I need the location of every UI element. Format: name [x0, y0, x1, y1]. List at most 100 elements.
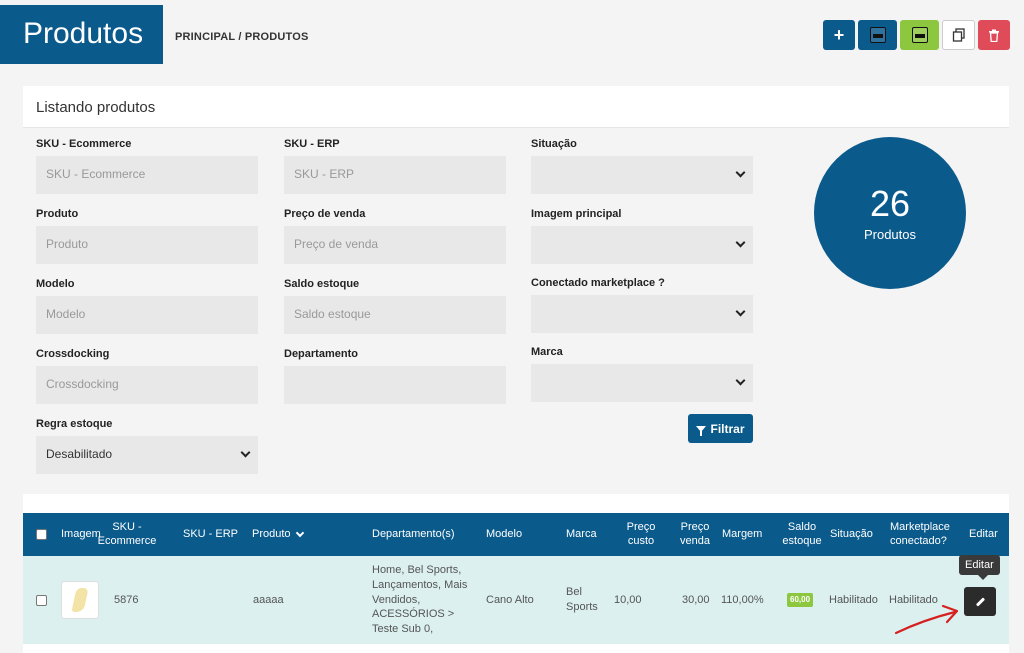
preco-venda-input[interactable]: Preço de venda	[284, 226, 506, 264]
export-xls-button[interactable]	[900, 20, 939, 50]
sock-image	[71, 588, 89, 612]
regra-estoque-value: Desabilitado	[46, 447, 113, 461]
col-saldo-estoque[interactable]: Saldo estoque	[775, 513, 829, 556]
select-all-checkbox[interactable]	[36, 513, 47, 556]
cell-departamento: Home, Bel Sports, Lançamentos, Mais Vend…	[372, 563, 468, 636]
regra-estoque-select[interactable]: Desabilitado	[36, 436, 258, 474]
product-counter: 26 Produtos	[814, 137, 966, 289]
imagem-principal-select[interactable]	[531, 226, 753, 264]
col-marketplace-line1: Marketplace	[890, 520, 950, 533]
add-button[interactable]: +	[823, 20, 855, 50]
col-sku-ecommerce[interactable]: SKU - Ecommerce	[98, 513, 157, 556]
cell-marca: Bel Sports	[566, 586, 598, 613]
saldo-estoque-input[interactable]: Saldo estoque	[284, 296, 506, 334]
row-checkbox[interactable]	[36, 556, 47, 644]
col-saldo-estoque-line2: estoque	[782, 534, 822, 547]
col-sku-ecommerce-line1: SKU -	[112, 520, 142, 533]
chevron-down-icon	[735, 237, 746, 248]
cell-sku-ecommerce: 5876	[114, 593, 139, 606]
table-header: Imagem SKU - Ecommerce SKU - ERP Produto …	[23, 513, 1009, 556]
chevron-down-icon	[735, 375, 746, 386]
top-actions: +	[823, 20, 1010, 50]
col-preco-custo[interactable]: Preço custo	[613, 513, 669, 556]
cell-preco-venda: 30,00	[682, 593, 710, 606]
sku-erp-label: SKU - ERP	[284, 138, 340, 150]
col-produto-label: Produto	[252, 527, 291, 540]
filter-icon	[696, 425, 707, 436]
page-title: Produtos	[0, 5, 163, 64]
col-saldo-estoque-line1: Saldo	[787, 520, 817, 533]
filter-label: Filtrar	[710, 421, 745, 436]
marca-select[interactable]	[531, 364, 753, 402]
col-preco-venda-line2: venda	[680, 534, 710, 547]
cell-saldo-estoque: 60,00	[787, 556, 814, 644]
produto-input[interactable]: Produto	[36, 226, 258, 264]
col-situacao[interactable]: Situação	[830, 513, 873, 556]
sku-ecommerce-label: SKU - Ecommerce	[36, 138, 132, 150]
saldo-estoque-label: Saldo estoque	[284, 278, 360, 290]
col-marca[interactable]: Marca	[566, 513, 597, 556]
cell-situacao: Habilitado	[829, 593, 878, 606]
crossdocking-label: Crossdocking	[36, 348, 110, 360]
stock-badge: 60,00	[787, 592, 814, 608]
chevron-down-icon	[295, 528, 304, 537]
edit-tooltip: Editar	[959, 555, 1000, 580]
situacao-select[interactable]	[531, 156, 753, 194]
chevron-down-icon	[735, 306, 746, 317]
csv-file-icon	[869, 27, 886, 43]
marca-label: Marca	[531, 346, 563, 358]
product-thumbnail[interactable]	[61, 556, 99, 644]
col-preco-venda[interactable]: Preço venda	[667, 513, 723, 556]
copy-icon	[952, 28, 965, 42]
crossdocking-input[interactable]: Crossdocking	[36, 366, 258, 404]
xls-file-icon	[911, 27, 928, 43]
breadcrumb: PRINCIPAL / PRODUTOS	[175, 31, 309, 43]
delete-button[interactable]	[978, 20, 1010, 50]
modelo-input[interactable]: Modelo	[36, 296, 258, 334]
col-marketplace-line2: conectado?	[890, 534, 947, 547]
col-preco-custo-line1: Preço	[626, 520, 656, 533]
trash-icon	[989, 29, 999, 42]
col-imagem: Imagem	[61, 527, 101, 540]
col-sku-erp[interactable]: SKU - ERP	[183, 513, 238, 556]
sku-ecommerce-input[interactable]: SKU - Ecommerce	[36, 156, 258, 194]
conectado-marketplace-select[interactable]	[531, 295, 753, 333]
chevron-down-icon	[240, 447, 251, 458]
product-count: 26	[869, 183, 911, 224]
situacao-label: Situação	[531, 138, 577, 150]
edit-button[interactable]	[964, 587, 996, 616]
annotation-arrow-icon	[894, 604, 959, 635]
panel-title: Listando produtos	[23, 86, 1009, 128]
pencil-icon	[975, 596, 985, 607]
chevron-down-icon	[735, 167, 746, 178]
col-modelo[interactable]: Modelo	[486, 513, 522, 556]
cell-preco-custo: 10,00	[614, 593, 642, 606]
preco-venda-label: Preço de venda	[284, 208, 366, 220]
col-departamento[interactable]: Departamento(s)	[372, 513, 455, 556]
col-marketplace[interactable]: Marketplace conectado?	[890, 513, 950, 556]
regra-estoque-label: Regra estoque	[36, 418, 113, 430]
filter-button[interactable]: Filtrar	[688, 414, 753, 443]
col-preco-custo-line2: custo	[627, 534, 655, 547]
produto-label: Produto	[36, 208, 79, 220]
cell-modelo: Cano Alto	[486, 593, 534, 606]
copy-button[interactable]	[942, 20, 975, 50]
conectado-marketplace-label: Conectado marketplace ?	[531, 277, 665, 289]
departamento-label: Departamento	[284, 348, 358, 360]
departamento-input[interactable]	[284, 366, 506, 404]
col-margem[interactable]: Margem	[722, 513, 762, 556]
col-produto[interactable]: Produto	[252, 513, 304, 556]
export-csv-button[interactable]	[858, 20, 897, 50]
table-row[interactable]: 5876 aaaaa Home, Bel Sports, Lançamentos…	[23, 556, 1009, 644]
product-count-label: Produtos	[863, 227, 917, 242]
imagem-principal-label: Imagem principal	[531, 208, 622, 220]
cell-produto: aaaaa	[253, 593, 284, 606]
col-editar: Editar	[969, 527, 998, 540]
products-table: Imagem SKU - Ecommerce SKU - ERP Produto …	[23, 494, 1009, 653]
plus-icon: +	[833, 24, 845, 45]
col-preco-venda-line1: Preço	[680, 520, 710, 533]
cell-margem: 110,00%	[721, 593, 764, 606]
sku-erp-input[interactable]: SKU - ERP	[284, 156, 506, 194]
col-sku-ecommerce-line2: Ecommerce	[97, 534, 157, 547]
modelo-label: Modelo	[36, 278, 75, 290]
